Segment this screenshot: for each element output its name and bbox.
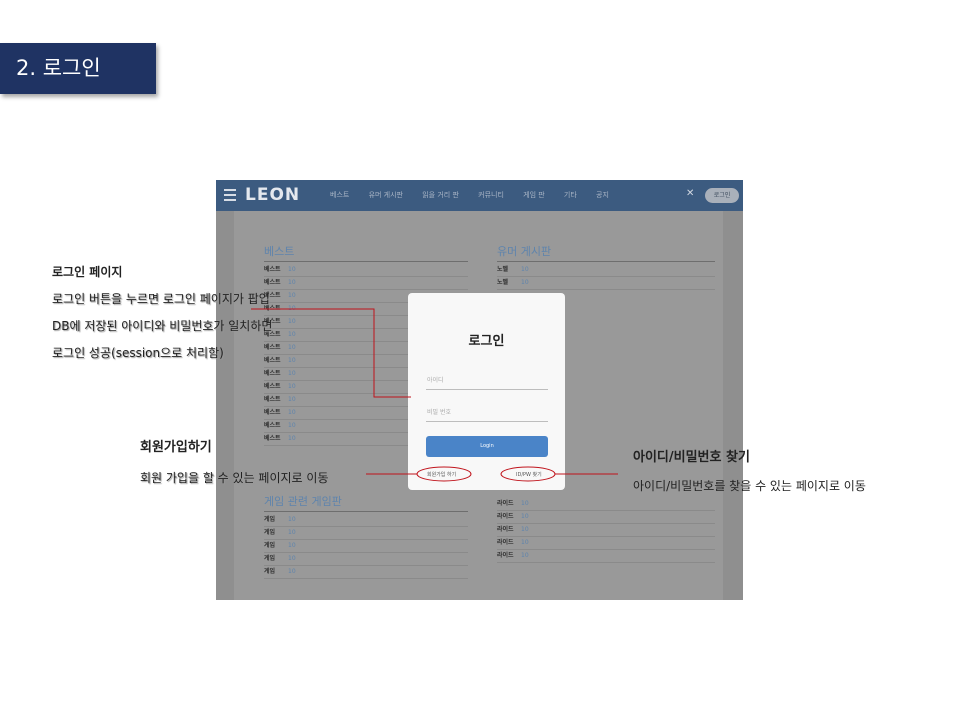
board-column-game: 게임 관련 게임판 게임 10 게임 10 게임 10 게임 10 게임 10 bbox=[264, 493, 468, 579]
nav-item-game[interactable]: 게임 판 bbox=[523, 190, 545, 200]
board-column-humor: 유머 게시판 노벨 10 노벨 10 bbox=[497, 243, 715, 290]
list-item-count: 10 bbox=[288, 396, 296, 403]
list-item-count: 10 bbox=[521, 513, 529, 520]
site-logo[interactable]: LEON bbox=[245, 185, 300, 205]
list-item-count: 10 bbox=[521, 526, 529, 533]
list-item-label: 베스트 bbox=[264, 435, 281, 442]
list-item[interactable]: 라이드 10 bbox=[497, 537, 715, 550]
list-item-label: 라이드 bbox=[497, 539, 514, 546]
list-item-label: 베스트 bbox=[264, 396, 281, 403]
nav-item-community[interactable]: 커뮤니티 bbox=[478, 190, 504, 200]
nav-item-notice[interactable]: 공지 bbox=[596, 190, 609, 200]
list-item-label: 게임 bbox=[264, 542, 276, 549]
nav-login-button[interactable]: 로그인 bbox=[705, 188, 739, 203]
list-item[interactable]: 게임 10 bbox=[264, 566, 468, 579]
list-item-label: 라이드 bbox=[497, 552, 514, 559]
list-item-label: 라이드 bbox=[497, 513, 514, 520]
list-item-label: 라이드 bbox=[497, 500, 514, 507]
list-item[interactable]: 라이드 10 bbox=[497, 498, 715, 511]
list-item[interactable]: 노벨 10 bbox=[497, 264, 715, 277]
list-item-label: 베스트 bbox=[264, 344, 281, 351]
nav-item-best[interactable]: 베스트 bbox=[330, 190, 349, 200]
list-item-count: 10 bbox=[521, 539, 529, 546]
list-item-count: 10 bbox=[288, 357, 296, 364]
list-item-count: 10 bbox=[288, 568, 296, 575]
password-input[interactable]: 비밀 번호 bbox=[426, 407, 548, 422]
login-annotation-line1: 로그인 버튼을 누르면 로그인 페이지가 팝업 bbox=[52, 292, 270, 306]
nav-item-etc[interactable]: 기타 bbox=[564, 190, 577, 200]
list-item-count: 10 bbox=[288, 555, 296, 562]
nav-item-humor[interactable]: 유머 게시판 bbox=[369, 190, 403, 200]
login-modal: 로그인 아이디 비밀 번호 Login 회원가입 하기 ID/PW 찾기 bbox=[408, 293, 565, 490]
list-item[interactable]: 게임 10 bbox=[264, 527, 468, 540]
list-item-label: 노벨 bbox=[497, 266, 509, 273]
list-item-count: 10 bbox=[288, 318, 296, 325]
list-item-count: 10 bbox=[288, 305, 296, 312]
find-annotation-title: 아이디/비밀번호 찾기 bbox=[633, 450, 750, 465]
list-item-count: 10 bbox=[521, 500, 529, 507]
list-item-count: 10 bbox=[288, 331, 296, 338]
list-item-count: 10 bbox=[288, 409, 296, 416]
login-annotation-title: 로그인 페이지 bbox=[52, 265, 123, 279]
list-item-count: 10 bbox=[288, 266, 296, 273]
modal-title: 로그인 bbox=[468, 334, 505, 349]
list-item-label: 베스트 bbox=[264, 422, 281, 429]
login-submit-button[interactable]: Login bbox=[426, 436, 548, 457]
list-item-count: 10 bbox=[288, 422, 296, 429]
login-annotation-line2: DB에 저장된 아이디와 비밀번호가 일치하면 bbox=[52, 319, 273, 333]
list-item[interactable]: 베스트 10 bbox=[264, 277, 468, 290]
list-item[interactable]: 노벨 10 bbox=[497, 277, 715, 290]
list-item[interactable]: 게임 10 bbox=[264, 540, 468, 553]
list-item-count: 10 bbox=[288, 279, 296, 286]
list-item-count: 10 bbox=[288, 529, 296, 536]
list-item[interactable]: 베스트 10 bbox=[264, 264, 468, 277]
signup-annotation-desc: 회원 가입을 할 수 있는 페이지로 이동 bbox=[140, 471, 329, 485]
list-item[interactable]: 라이드 10 bbox=[497, 524, 715, 537]
find-id-pw-link[interactable]: ID/PW 찾기 bbox=[516, 471, 542, 478]
list-item-count: 10 bbox=[288, 292, 296, 299]
list-item[interactable]: 라이드 10 bbox=[497, 511, 715, 524]
list-item[interactable]: 게임 10 bbox=[264, 514, 468, 527]
board-heading: 유머 게시판 bbox=[497, 243, 715, 262]
list-item-label: 베스트 bbox=[264, 279, 281, 286]
list-item-count: 10 bbox=[288, 344, 296, 351]
list-item-label: 베스트 bbox=[264, 266, 281, 273]
signup-link[interactable]: 회원가입 하기 bbox=[427, 471, 456, 478]
find-annotation-desc: 아이디/비밀번호를 찾을 수 있는 페이지로 이동 bbox=[633, 479, 866, 493]
list-item-label: 게임 bbox=[264, 555, 276, 562]
login-annotation-line3: 로그인 성공(session으로 처리함) bbox=[52, 346, 224, 360]
nav-item-reading[interactable]: 읽을 거리 판 bbox=[422, 190, 459, 200]
list-item-count: 10 bbox=[288, 516, 296, 523]
shuffle-icon[interactable]: ✕ bbox=[686, 188, 694, 199]
list-item-label: 베스트 bbox=[264, 370, 281, 377]
list-item-label: 게임 bbox=[264, 529, 276, 536]
id-input[interactable]: 아이디 bbox=[426, 375, 548, 390]
list-item[interactable]: 게임 10 bbox=[264, 553, 468, 566]
list-item-count: 10 bbox=[288, 435, 296, 442]
list-item-count: 10 bbox=[521, 279, 529, 286]
list-item-label: 게임 bbox=[264, 516, 276, 523]
top-navbar: LEON 베스트 유머 게시판 읽을 거리 판 커뮤니티 게임 판 기타 공지 … bbox=[216, 180, 743, 211]
list-item-label: 라이드 bbox=[497, 526, 514, 533]
signup-annotation-title: 회원가입하기 bbox=[140, 440, 212, 455]
list-item-label: 베스트 bbox=[264, 357, 281, 364]
list-item-label: 노벨 bbox=[497, 279, 509, 286]
nav-menu: 베스트 유머 게시판 읽을 거리 판 커뮤니티 게임 판 기타 공지 bbox=[330, 190, 626, 200]
slide-title: 2. 로그인 bbox=[0, 43, 156, 94]
board-column-ride: 라이드 10 라이드 10 라이드 10 라이드 10 라이드 10 bbox=[497, 493, 715, 563]
list-item-count: 10 bbox=[521, 552, 529, 559]
list-item-count: 10 bbox=[288, 370, 296, 377]
list-item[interactable]: 라이드 10 bbox=[497, 550, 715, 563]
board-heading: 베스트 bbox=[264, 243, 468, 262]
list-item-label: 베스트 bbox=[264, 383, 281, 390]
list-item-count: 10 bbox=[521, 266, 529, 273]
list-item-count: 10 bbox=[288, 383, 296, 390]
board-heading: 게임 관련 게임판 bbox=[264, 493, 468, 512]
list-item-label: 게임 bbox=[264, 568, 276, 575]
hamburger-menu-icon[interactable] bbox=[224, 189, 236, 201]
list-item-count: 10 bbox=[288, 542, 296, 549]
list-item-label: 베스트 bbox=[264, 409, 281, 416]
